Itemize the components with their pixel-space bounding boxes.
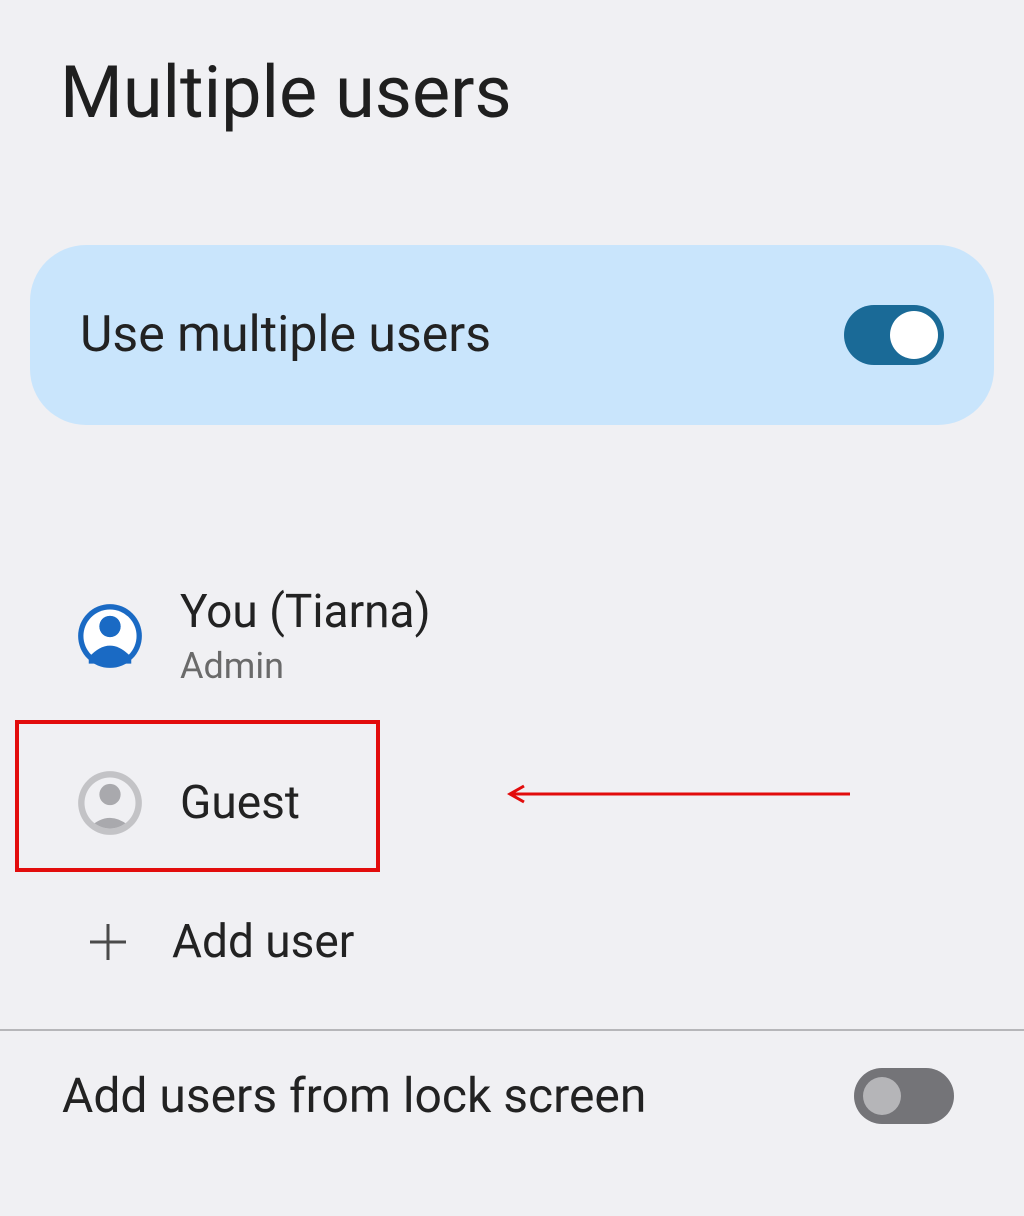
add-user-label: Add user xyxy=(172,915,354,969)
user-guest-name: Guest xyxy=(180,776,300,830)
plus-icon xyxy=(84,918,132,966)
user-current-role: Admin xyxy=(180,645,431,687)
use-multiple-users-card[interactable]: Use multiple users xyxy=(30,245,994,425)
use-multiple-users-toggle[interactable] xyxy=(844,305,944,365)
user-row-current[interactable]: You (Tiarna) Admin xyxy=(0,555,1024,717)
use-multiple-users-label: Use multiple users xyxy=(80,306,491,364)
page-title: Multiple users xyxy=(0,0,1024,135)
avatar-icon xyxy=(76,602,144,670)
guest-avatar-icon xyxy=(76,769,144,837)
add-users-lock-screen-row[interactable]: Add users from lock screen xyxy=(0,1031,1024,1124)
user-row-guest[interactable]: Guest xyxy=(0,717,1024,889)
add-users-lock-screen-label: Add users from lock screen xyxy=(62,1067,646,1124)
add-users-lock-screen-toggle[interactable] xyxy=(854,1068,954,1124)
user-current-name: You (Tiarna) xyxy=(180,585,431,639)
add-user-row[interactable]: Add user xyxy=(0,889,1024,1009)
user-list: You (Tiarna) Admin Guest Add user xyxy=(0,555,1024,1009)
